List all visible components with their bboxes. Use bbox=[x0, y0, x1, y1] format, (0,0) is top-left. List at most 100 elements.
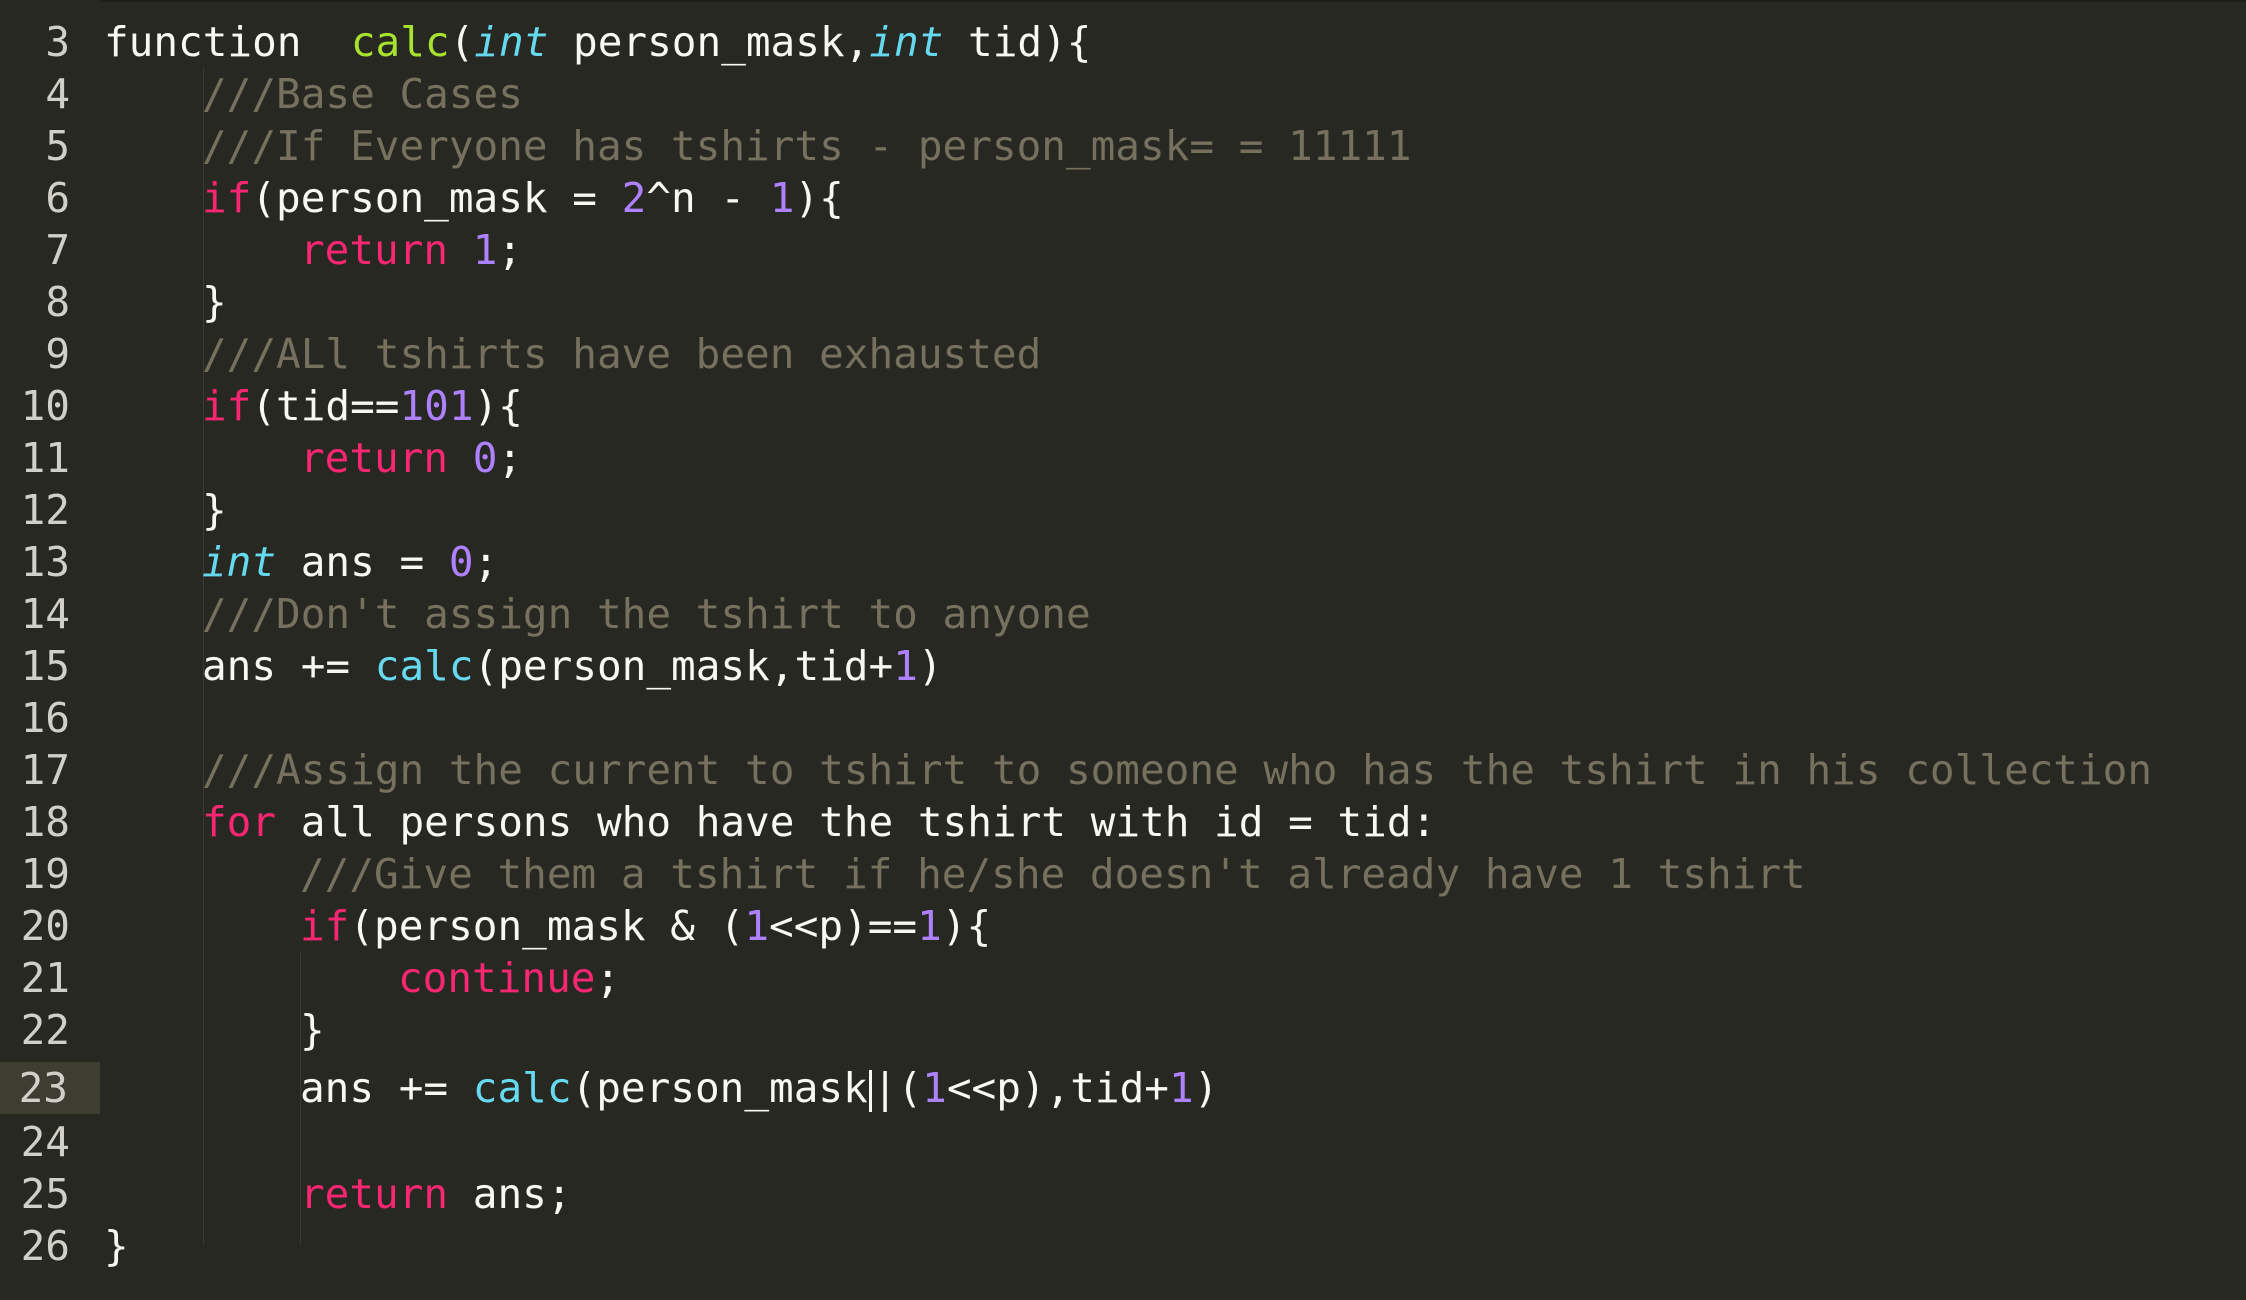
token-text: ans = bbox=[276, 538, 449, 586]
token-text: |( bbox=[872, 1064, 923, 1112]
line-number: 5 bbox=[45, 122, 70, 170]
token-keyword: if bbox=[202, 174, 252, 222]
line-number: 16 bbox=[20, 694, 70, 742]
code-line: if(person_mask & (1<<p)==1){ bbox=[300, 900, 991, 952]
token-function-call: calc bbox=[374, 642, 474, 690]
line-number: 8 bbox=[45, 278, 70, 326]
code-line: for all persons who have the tshirt with… bbox=[202, 796, 1436, 848]
line-number: 24 bbox=[20, 1118, 70, 1166]
token-comment: ///Give them a tshirt if he/she doesn't … bbox=[300, 850, 1806, 898]
code-line: int ans = 0; bbox=[202, 536, 498, 588]
line-number: 10 bbox=[20, 382, 70, 430]
line-number: 19 bbox=[20, 850, 70, 898]
token-number: 1 bbox=[472, 226, 498, 274]
token-text: (tid== bbox=[251, 382, 400, 430]
token-number: 1 bbox=[744, 902, 770, 950]
line-number: 6 bbox=[45, 174, 70, 222]
line-number: 17 bbox=[20, 746, 70, 794]
token-text: ; bbox=[595, 954, 621, 1002]
token-text: (person_mask = bbox=[251, 174, 622, 222]
token-text: <<p),tid+ bbox=[946, 1064, 1169, 1112]
code-line: if(person_mask = 2^n - 1){ bbox=[202, 172, 844, 224]
token-keyword: return bbox=[300, 1170, 449, 1218]
token-text: ) bbox=[917, 642, 943, 690]
line-number: 21 bbox=[20, 954, 70, 1002]
token-text: ; bbox=[497, 226, 523, 274]
token-text: ans; bbox=[448, 1170, 572, 1218]
token-keyword: if bbox=[202, 382, 252, 430]
token-number: 1 bbox=[1169, 1064, 1194, 1112]
token-type: int bbox=[869, 18, 944, 66]
code-line: return 0; bbox=[300, 432, 522, 484]
code-line: ///If Everyone has tshirts - person_mask… bbox=[202, 120, 1412, 172]
token-text: } bbox=[202, 278, 227, 326]
code-line: function calc(int person_mask,int tid){ bbox=[104, 16, 1091, 68]
token-text: <<p)== bbox=[769, 902, 918, 950]
token-text: ans += bbox=[300, 1064, 473, 1112]
line-number: 26 bbox=[20, 1222, 70, 1270]
token-number: 1 bbox=[917, 902, 942, 950]
token-number: 2 bbox=[621, 174, 647, 222]
line-number: 11 bbox=[20, 434, 70, 482]
token-text: ; bbox=[473, 538, 499, 586]
line-number: 9 bbox=[45, 330, 70, 378]
line-number: 4 bbox=[45, 70, 70, 118]
token-text: (person_mask bbox=[571, 1064, 868, 1112]
token-number: 1 bbox=[769, 174, 795, 222]
code-line: ///ALl tshirts have been exhausted bbox=[202, 328, 1041, 380]
line-number: 12 bbox=[20, 486, 70, 534]
code-editor[interactable]: 3 4 5 6 7 8 9 10 11 12 13 14 15 16 17 18… bbox=[0, 0, 2246, 1300]
token-text: all persons who have the tshirt with id … bbox=[276, 798, 1437, 846]
line-number: 14 bbox=[20, 590, 70, 638]
token-number: 1 bbox=[922, 1064, 947, 1112]
token-text: (person_mask & ( bbox=[349, 902, 745, 950]
token-text: ){ bbox=[473, 382, 523, 430]
code-line: } bbox=[104, 1220, 129, 1272]
token-text: } bbox=[202, 486, 227, 534]
token-comment: ///Don't assign the tshirt to anyone bbox=[202, 590, 1091, 638]
token-type: int bbox=[202, 538, 277, 586]
token-text: ^n - bbox=[646, 174, 770, 222]
token-comment: ///Base Cases bbox=[202, 70, 523, 118]
token-keyword: function bbox=[104, 18, 302, 66]
code-line: if(tid==101){ bbox=[202, 380, 523, 432]
code-line: ///Give them a tshirt if he/she doesn't … bbox=[300, 848, 1806, 900]
token-text: tid){ bbox=[943, 18, 1092, 66]
line-number: 20 bbox=[20, 902, 70, 950]
line-number: 18 bbox=[20, 798, 70, 846]
line-number: 3 bbox=[45, 18, 70, 66]
token-function-name: calc bbox=[350, 18, 450, 66]
token-comment: ///ALl tshirts have been exhausted bbox=[202, 330, 1042, 378]
code-line: } bbox=[300, 1004, 325, 1056]
code-line: return ans; bbox=[300, 1168, 572, 1220]
line-number-active: 23 bbox=[0, 1062, 100, 1114]
token-text: (person_mask,tid+ bbox=[473, 642, 894, 690]
code-line: ans += calc(person_mask,tid+1) bbox=[202, 640, 943, 692]
line-number: 15 bbox=[20, 642, 70, 690]
token-text: ( bbox=[449, 18, 475, 66]
token-number: 1 bbox=[893, 642, 918, 690]
line-number: 22 bbox=[20, 1006, 70, 1054]
code-area[interactable]: function calc(int person_mask,int tid){ … bbox=[104, 0, 2246, 1300]
token-text: } bbox=[300, 1006, 325, 1054]
token-keyword: return bbox=[300, 226, 449, 274]
code-line: ///Assign the current to tshirt to someo… bbox=[202, 744, 2152, 796]
token-text: person_mask, bbox=[548, 18, 870, 66]
token-keyword: if bbox=[300, 902, 350, 950]
token-function-call: calc bbox=[472, 1064, 572, 1112]
code-line: ///Don't assign the tshirt to anyone bbox=[202, 588, 1091, 640]
token-text: ) bbox=[1193, 1064, 1219, 1112]
code-line: return 1; bbox=[300, 224, 522, 276]
token-comment: ///Assign the current to tshirt to someo… bbox=[202, 746, 2153, 794]
token-text: ans += bbox=[202, 642, 375, 690]
token-type: int bbox=[474, 18, 549, 66]
code-line: ///Base Cases bbox=[202, 68, 523, 120]
token-number: 101 bbox=[399, 382, 474, 430]
line-number: 7 bbox=[45, 226, 70, 274]
token-number: 0 bbox=[472, 434, 498, 482]
line-number: 13 bbox=[20, 538, 70, 586]
token-text: ){ bbox=[941, 902, 992, 950]
line-number-gutter: 3 4 5 6 7 8 9 10 11 12 13 14 15 16 17 18… bbox=[0, 0, 100, 1300]
text-caret bbox=[868, 1070, 872, 1112]
